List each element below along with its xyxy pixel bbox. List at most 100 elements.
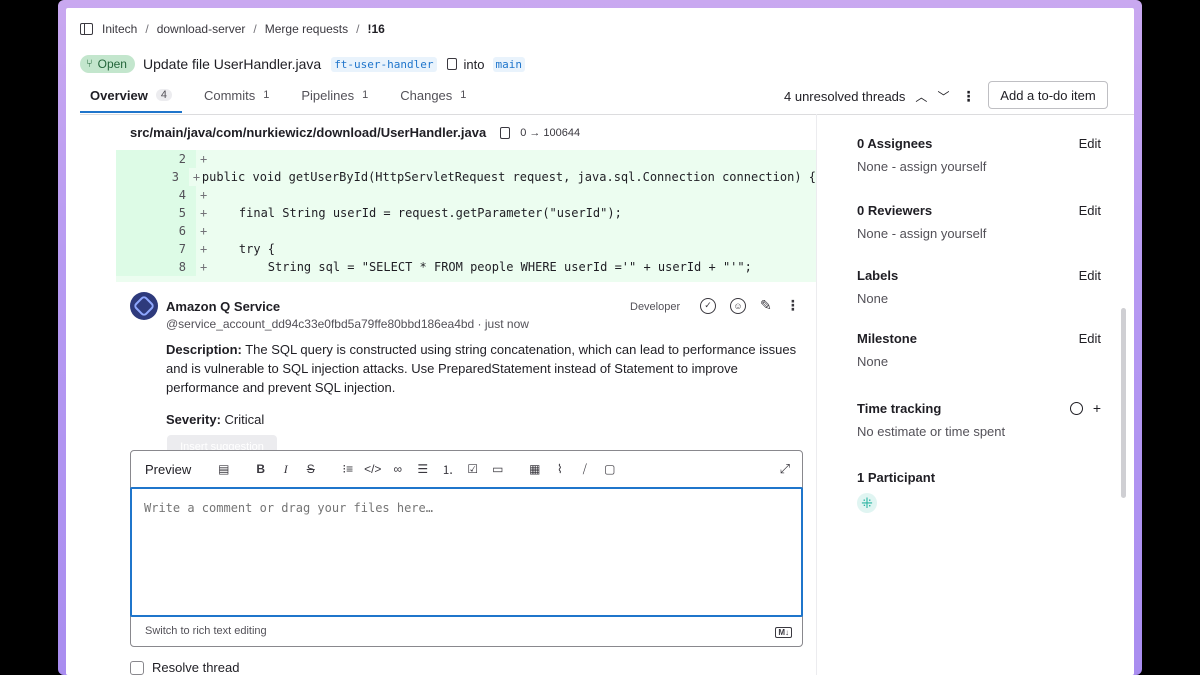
time-tracking-value: No estimate or time spent <box>857 424 1006 439</box>
comment-template-icon[interactable]: ▢ <box>597 462 622 476</box>
chevron-down-icon[interactable]: ﹀ <box>937 88 949 105</box>
breadcrumb-group[interactable]: Initech <box>102 22 137 36</box>
line-number[interactable]: 7 <box>116 240 196 258</box>
editor-toolbar: Preview ▤ B I S ⁝≡ </> ∞ ☰ ⒈ ☑ ▭ ▦ ⌇ ⧸ ▢… <box>131 451 802 487</box>
table-icon[interactable]: ▦ <box>522 462 547 476</box>
breadcrumb-separator: / <box>356 22 360 36</box>
avatar[interactable] <box>130 292 158 320</box>
stopwatch-icon[interactable] <box>1069 402 1083 415</box>
labels-title: Labels <box>857 268 899 283</box>
right-sidebar: 0 Assignees Edit None - assign yourself … <box>816 114 1134 675</box>
copy-icon[interactable] <box>446 58 457 70</box>
added-marker: + <box>200 260 208 274</box>
chevron-up-icon[interactable]: ︿ <box>915 88 927 105</box>
diff-line: 2 + <box>116 150 816 168</box>
fullscreen-icon[interactable]: ⤢ <box>780 461 790 477</box>
assignees-section: 0 Assignees Edit None - assign yourself <box>857 136 1101 174</box>
tab-label: Overview <box>90 87 148 103</box>
line-number[interactable]: 6 <box>116 222 196 240</box>
line-number[interactable]: 8 <box>116 258 196 276</box>
line-number[interactable]: 5 <box>116 204 196 222</box>
edit-reviewers-button[interactable]: Edit <box>1079 203 1101 218</box>
participant-avatar[interactable]: ⁜ <box>857 493 877 513</box>
severity-label: Severity: <box>166 412 221 427</box>
tab-commits[interactable]: Commits 1 <box>194 84 279 113</box>
comment-editor: Preview ▤ B I S ⁝≡ </> ∞ ☰ ⒈ ☑ ▭ ▦ ⌇ ⧸ ▢… <box>130 450 803 647</box>
merge-request-icon: ⑂ <box>86 58 93 70</box>
tab-label: Commits <box>203 87 256 103</box>
reviewers-title: 0 Reviewers <box>857 203 933 218</box>
added-marker: + <box>200 206 208 220</box>
more-options-icon[interactable]: ⋮ <box>961 88 975 105</box>
comment-actions: ✓ ☺ ✎ ⋮ <box>700 297 800 314</box>
collapsible-section-icon[interactable]: ▭ <box>485 462 510 476</box>
preview-tab[interactable]: Preview <box>145 462 191 477</box>
insert-suggestion-icon[interactable]: ▤ <box>211 462 236 476</box>
added-marker: + <box>192 170 201 184</box>
tab-pipelines[interactable]: Pipelines 1 <box>291 84 378 113</box>
slash-command-icon[interactable]: ⧸ <box>572 462 597 477</box>
tab-overview[interactable]: Overview 4 <box>80 84 182 113</box>
italic-icon[interactable]: I <box>273 462 298 477</box>
breadcrumb-merge-requests[interactable]: Merge requests <box>265 22 348 36</box>
reviewers-section: 0 Reviewers Edit None - assign yourself <box>857 203 1101 241</box>
bullet-list-icon[interactable]: ☰ <box>410 462 435 476</box>
task-list-icon[interactable]: ☑ <box>460 462 485 476</box>
bold-icon[interactable]: B <box>248 462 273 476</box>
edit-labels-button[interactable]: Edit <box>1079 268 1101 283</box>
resolve-thread-icon[interactable]: ✓ <box>700 297 716 314</box>
attach-file-icon[interactable]: ⌇ <box>547 462 572 476</box>
quote-icon[interactable]: ⁝≡ <box>335 462 360 476</box>
role-badge: Developer <box>630 301 681 313</box>
comment-body: Description: The SQL query is constructe… <box>166 340 806 397</box>
comment-textarea[interactable] <box>130 487 803 617</box>
mr-tabs: Overview 4 Commits 1 Pipelines 1 Changes… <box>80 82 488 114</box>
into-label: into <box>463 56 485 72</box>
tab-label: Changes <box>400 87 453 103</box>
edit-assignees-button[interactable]: Edit <box>1079 136 1101 151</box>
milestone-section: Milestone Edit None <box>857 331 1101 369</box>
comment-handle: @service_account_dd94c33e0fbd5a79ffe80bb… <box>166 317 529 331</box>
code-line: public void getUserById(HttpServletReque… <box>201 170 816 184</box>
edit-milestone-button[interactable]: Edit <box>1079 331 1101 346</box>
code-icon[interactable]: </> <box>360 462 385 476</box>
description-label: Description: <box>166 342 242 357</box>
sidebar-toggle-icon[interactable] <box>80 23 93 35</box>
link-icon[interactable]: ∞ <box>385 462 410 476</box>
line-number[interactable]: 4 <box>116 186 196 204</box>
added-marker: + <box>200 224 208 238</box>
source-branch[interactable]: ft-user-handler <box>331 56 437 72</box>
mr-title-row: ⑂ Open Update file UserHandler.java ft-u… <box>80 54 525 74</box>
scrollbar[interactable] <box>1121 308 1126 498</box>
file-mode: 0 → 100644 <box>520 126 581 139</box>
strikethrough-icon[interactable]: S <box>298 462 323 476</box>
file-path[interactable]: src/main/java/com/nurkiewicz/download/Us… <box>130 125 486 140</box>
plus-icon[interactable]: + <box>1093 400 1101 416</box>
switch-rich-text-link[interactable]: Switch to rich text editing <box>145 625 267 637</box>
assignees-title: 0 Assignees <box>857 136 933 151</box>
milestone-value: None <box>857 354 889 369</box>
comment-author[interactable]: Amazon Q Service <box>166 299 280 314</box>
code-line: String sql = "SELECT * FROM people WHERE… <box>210 260 752 274</box>
edit-pencil-icon[interactable]: ✎ <box>760 297 772 314</box>
add-reaction-icon[interactable]: ☺ <box>730 297 746 314</box>
line-number[interactable]: 3 <box>116 168 189 186</box>
add-todo-button[interactable]: Add a to-do item <box>988 81 1108 109</box>
time-tracking-title: Time tracking <box>857 401 942 416</box>
breadcrumb-project[interactable]: download-server <box>157 22 246 36</box>
copy-icon[interactable] <box>500 126 511 139</box>
more-options-icon[interactable]: ⋮ <box>786 297 800 314</box>
assign-yourself-link[interactable]: None - assign yourself <box>857 159 1101 174</box>
unresolved-threads: 4 unresolved threads ︿ ﹀ ⋮ <box>784 88 975 105</box>
target-branch[interactable]: main <box>492 56 525 72</box>
breadcrumb-separator: / <box>145 22 149 36</box>
assign-yourself-link[interactable]: None - assign yourself <box>857 226 1101 241</box>
severity: Severity: Critical <box>166 412 264 427</box>
resolve-thread-checkbox[interactable] <box>130 660 144 675</box>
breadcrumb-current-mr[interactable]: !16 <box>367 22 384 36</box>
line-number[interactable]: 2 <box>116 150 196 168</box>
tab-changes[interactable]: Changes 1 <box>390 84 476 113</box>
status-badge-label: Open <box>97 57 127 71</box>
numbered-list-icon[interactable]: ⒈ <box>435 461 460 478</box>
diff-line: 4 + <box>116 186 816 204</box>
